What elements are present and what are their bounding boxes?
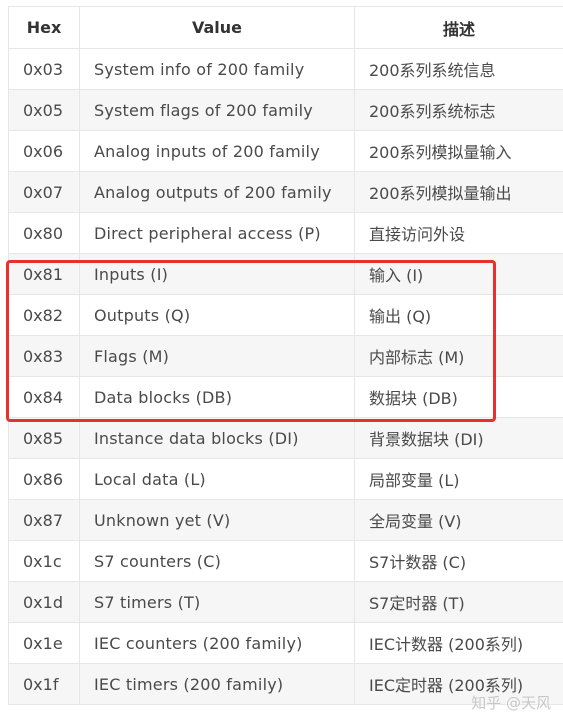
header-value: Value [79,6,355,49]
value-cell: Outputs (Q) [79,294,355,336]
hex-cell: 0x83 [8,335,80,377]
value-cell: System flags of 200 family [79,89,355,131]
description-cell: 内部标志 (M) [354,335,563,377]
description-cell: 200系列模拟量输出 [354,171,563,213]
watermark: 知乎 @天风 [471,694,551,712]
value-cell: Inputs (I) [79,253,355,295]
table-row: 0x82 Outputs (Q) 输出 (Q) [8,294,563,336]
description-cell: 200系列系统信息 [354,48,563,90]
hex-cell: 0x06 [8,130,80,172]
value-cell: Local data (L) [79,458,355,500]
description-cell: 输出 (Q) [354,294,563,336]
hex-cell: 0x1e [8,622,80,664]
hex-cell: 0x1c [8,540,80,582]
hex-cell: 0x81 [8,253,80,295]
table-row: 0x1c S7 counters (C) S7计数器 (C) [8,540,563,582]
hex-cell: 0x85 [8,417,80,459]
table-row: 0x81 Inputs (I) 输入 (I) [8,253,563,295]
hex-cell: 0x84 [8,376,80,418]
hex-cell: 0x1d [8,581,80,623]
table-row: 0x06 Analog inputs of 200 family 200系列模拟… [8,130,563,172]
value-cell: Flags (M) [79,335,355,377]
description-cell: S7定时器 (T) [354,581,563,623]
hex-cell: 0x05 [8,89,80,131]
description-cell: 直接访问外设 [354,212,563,254]
table-row: 0x1e IEC counters (200 family) IEC计数器 (2… [8,622,563,664]
description-cell: 输入 (I) [354,253,563,295]
table-row: 0x85 Instance data blocks (DI) 背景数据块 (DI… [8,417,563,459]
table-row: 0x80 Direct peripheral access (P) 直接访问外设 [8,212,563,254]
value-cell: Analog outputs of 200 family [79,171,355,213]
hex-cell: 0x1f [8,663,80,705]
hex-cell: 0x86 [8,458,80,500]
table-row: 0x83 Flags (M) 内部标志 (M) [8,335,563,377]
value-cell: System info of 200 family [79,48,355,90]
description-cell: S7计数器 (C) [354,540,563,582]
table-row: 0x05 System flags of 200 family 200系列系统标… [8,89,563,131]
description-cell: 局部变量 (L) [354,458,563,500]
value-cell: Unknown yet (V) [79,499,355,541]
hex-cell: 0x03 [8,48,80,90]
area-table: Hex Value 描述 0x03 System info of 200 fam… [8,6,563,705]
description-cell: 背景数据块 (DI) [354,417,563,459]
header-description: 描述 [354,6,563,49]
table-row: 0x07 Analog outputs of 200 family 200系列模… [8,171,563,213]
value-cell: S7 counters (C) [79,540,355,582]
value-cell: Data blocks (DB) [79,376,355,418]
header-hex: Hex [8,6,80,49]
value-cell: IEC timers (200 family) [79,663,355,705]
hex-cell: 0x82 [8,294,80,336]
hex-cell: 0x07 [8,171,80,213]
value-cell: Instance data blocks (DI) [79,417,355,459]
value-cell: S7 timers (T) [79,581,355,623]
description-cell: 数据块 (DB) [354,376,563,418]
description-cell: 全局变量 (V) [354,499,563,541]
value-cell: IEC counters (200 family) [79,622,355,664]
hex-cell: 0x80 [8,212,80,254]
hex-cell: 0x87 [8,499,80,541]
value-cell: Analog inputs of 200 family [79,130,355,172]
description-cell: 200系列系统标志 [354,89,563,131]
table-row: 0x1d S7 timers (T) S7定时器 (T) [8,581,563,623]
table-row: 0x84 Data blocks (DB) 数据块 (DB) [8,376,563,418]
table-row: 0x03 System info of 200 family 200系列系统信息 [8,48,563,90]
table-row: 0x87 Unknown yet (V) 全局变量 (V) [8,499,563,541]
description-cell: 200系列模拟量输入 [354,130,563,172]
table-header-row: Hex Value 描述 [8,6,563,49]
value-cell: Direct peripheral access (P) [79,212,355,254]
description-cell: IEC计数器 (200系列) [354,622,563,664]
table-row: 0x86 Local data (L) 局部变量 (L) [8,458,563,500]
